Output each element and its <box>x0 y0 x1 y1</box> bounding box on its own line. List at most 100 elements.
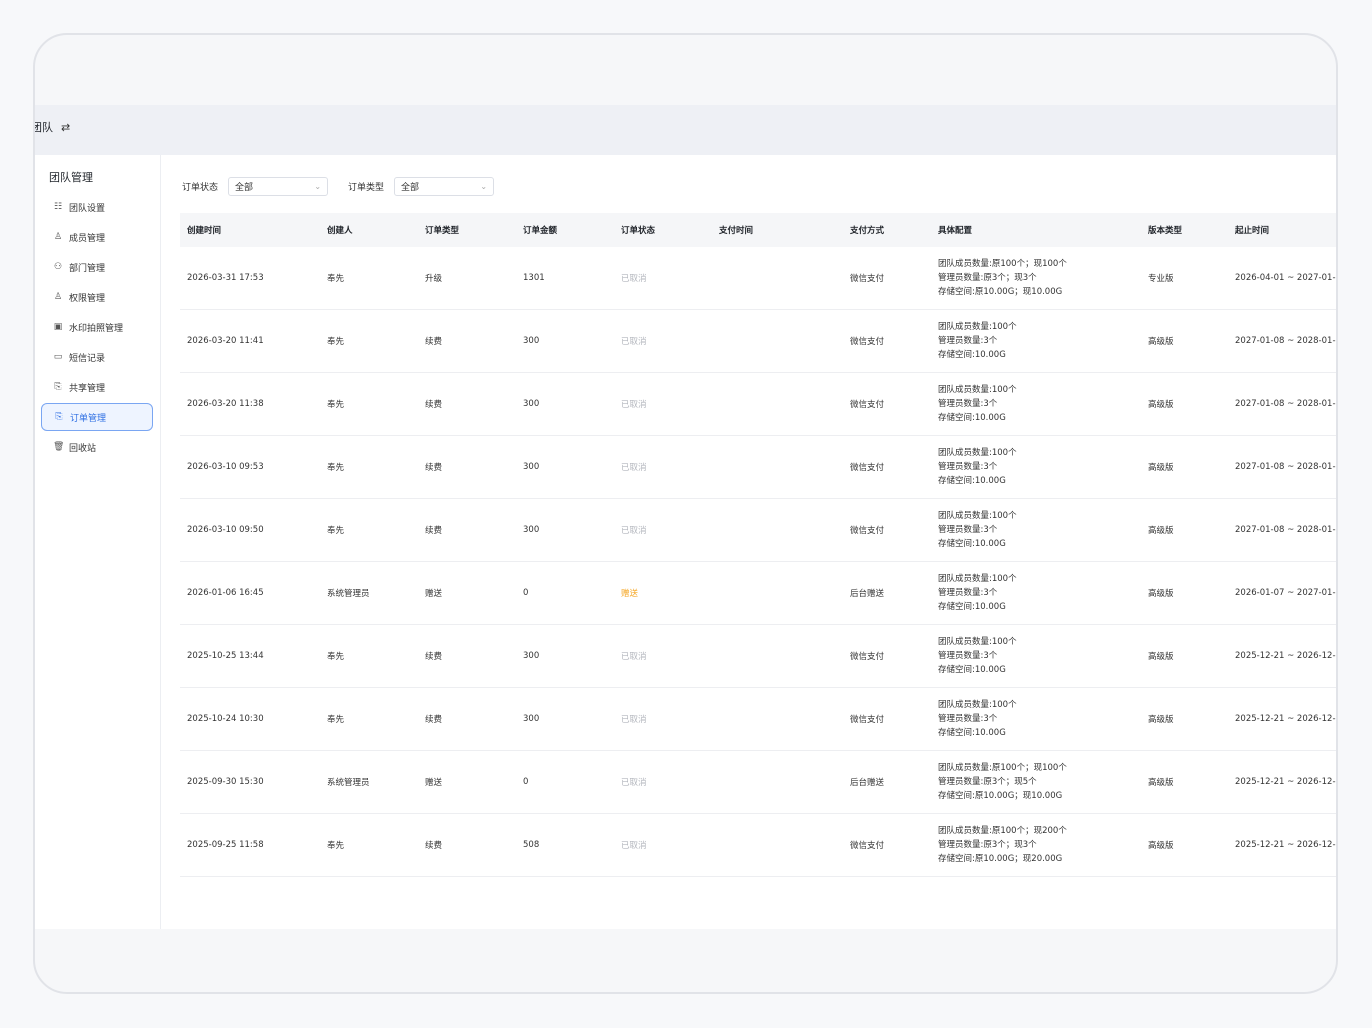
column-header: 支付方式 <box>850 226 885 236</box>
sidebar-title: 团队管理 <box>49 171 93 184</box>
cell-method: 微信支付 <box>850 715 885 725</box>
share-icon: ⎘ <box>54 382 62 392</box>
table-header: 创建时间 创建人 订单类型 订单金额 订单状态 支付时间 支付方式 具体配置 版本类型 起止时间 <box>180 213 1336 247</box>
cell-type: 升级 <box>425 274 443 284</box>
sidebar-item-7[interactable]: ⎘ 订单管理 <box>41 403 153 431</box>
config-line: 团队成员数量:100个 <box>938 511 1017 521</box>
cell-method: 微信支付 <box>850 652 885 662</box>
sidebar: 团队管理 ☷ 团队设置 ♙ 成员管理 ⚇ 部门管理 ♙ 权限管理 ▣ 水印拍照管理 ▭ 短信记录 ⎘ 共享… <box>35 155 161 929</box>
cell-method: 后台赠送 <box>850 589 885 599</box>
sidebar-item-label: 回收站 <box>69 443 97 454</box>
cell-created: 2026-03-20 11:41 <box>187 336 264 346</box>
table-row[interactable]: 2025-09-25 11:58 奉先 续费 508 已取消 微信支付 团队成员数量:原10… <box>180 814 1338 877</box>
cell-creator: 奉先 <box>327 463 345 473</box>
cell-period: 2025-12-21 ~ 2026-12-21 <box>1235 840 1338 850</box>
cell-created: 2025-10-25 13:44 <box>187 651 264 661</box>
cell-version: 高级版 <box>1148 400 1174 410</box>
cell-amount: 0 <box>523 777 529 787</box>
cell-created: 2025-09-30 15:30 <box>187 777 264 787</box>
cell-amount: 300 <box>523 714 540 724</box>
cell-amount: 300 <box>523 336 540 346</box>
sidebar-item-8[interactable]: 🗑 回收站 <box>41 433 153 461</box>
cell-creator: 奉先 <box>327 715 345 725</box>
type-filter-label: 订单类型 <box>348 183 385 193</box>
table-row[interactable]: 2026-03-10 09:53 奉先 续费 300 已取消 微信支付 团队成员数量:100… <box>180 436 1336 499</box>
sidebar-item-label: 共享管理 <box>69 383 106 394</box>
cell-creator: 奉先 <box>327 841 345 851</box>
cell-config: 团队成员数量:原100个；现100个 管理员数量:原3个；现3个 存储空间:原10.… <box>931 257 1141 299</box>
config-line: 团队成员数量:100个 <box>938 385 1017 395</box>
window-frame: 团队 ⇄ 团队管理 ☷ 团队设置 ♙ 成员管理 ⚇ 部门管理 ♙ 权限管理 ▣ 水印拍照管理 ▭ 短信… <box>33 33 1338 994</box>
column-header: 起止时间 <box>1235 226 1270 236</box>
table-row[interactable]: 2025-09-30 15:30 系统管理员 赠送 0 已取消 后台赠送 团队成员数量:原1… <box>180 751 1336 814</box>
cell-creator: 系统管理员 <box>327 778 370 788</box>
config-line: 管理员数量:原3个；现5个 <box>938 777 1037 787</box>
table-row[interactable]: 2026-03-20 11:38 奉先 续费 300 已取消 微信支付 团队成员数量:100… <box>180 373 1336 436</box>
cell-status: 已取消 <box>621 274 647 284</box>
cell-created: 2026-01-06 16:45 <box>187 588 264 598</box>
cell-status: 已取消 <box>621 526 647 536</box>
sidebar-item-6[interactable]: ⎘ 共享管理 <box>41 373 153 401</box>
cell-creator: 奉先 <box>327 526 345 536</box>
sidebar-item-5[interactable]: ▭ 短信记录 <box>41 343 153 371</box>
sidebar-item-label: 团队设置 <box>69 203 106 214</box>
table-row[interactable]: 2025-10-24 10:30 奉先 续费 300 已取消 微信支付 团队成员数量:100… <box>180 688 1336 751</box>
config-line: 团队成员数量:原100个；现200个 <box>938 826 1067 836</box>
cell-method: 微信支付 <box>850 841 885 851</box>
cell-amount: 1301 <box>523 273 545 283</box>
config-line: 存储空间:10.00G <box>938 350 1006 360</box>
table-row[interactable]: 2026-03-20 11:41 奉先 续费 300 已取消 微信支付 团队成员数量:100… <box>180 310 1336 373</box>
column-header: 创建人 <box>327 226 353 236</box>
sidebar-item-2[interactable]: ⚇ 部门管理 <box>41 253 153 281</box>
cell-created: 2026-03-10 09:53 <box>187 462 264 472</box>
cell-method: 微信支付 <box>850 274 885 284</box>
cell-status: 已取消 <box>621 652 647 662</box>
config-line: 管理员数量:3个 <box>938 714 998 724</box>
config-line: 存储空间:原10.00G；现20.00G <box>938 854 1063 864</box>
chevron-down-icon: ⌄ <box>314 182 322 191</box>
cell-status: 已取消 <box>621 337 647 347</box>
cell-period: 2026-04-01 ~ 2027-01-07 <box>1235 273 1338 283</box>
status-filter-select[interactable]: 全部 ⌄ <box>228 177 329 196</box>
cell-config: 团队成员数量:100个 管理员数量:3个 存储空间:10.00G <box>931 572 1141 614</box>
message-icon: ▭ <box>53 352 63 362</box>
config-line: 团队成员数量:100个 <box>938 637 1017 647</box>
status-filter-value: 全部 <box>235 183 254 193</box>
filter-bar: 订单状态 全部 ⌄ 订单类型 全部 ⌄ <box>182 177 514 196</box>
cell-status: 已取消 <box>621 841 647 851</box>
cell-version: 高级版 <box>1148 463 1174 473</box>
sidebar-item-1[interactable]: ♙ 成员管理 <box>41 223 153 251</box>
table-body: 2026-03-31 17:53 奉先 升级 1301 已取消 微信支付 团队成员数量:原1… <box>180 247 1338 877</box>
table-row[interactable]: 2026-03-10 09:50 奉先 续费 300 已取消 微信支付 团队成员数量:100… <box>180 499 1336 562</box>
config-line: 团队成员数量:100个 <box>938 574 1017 584</box>
table-row[interactable]: 2026-01-06 16:45 系统管理员 赠送 0 赠送 后台赠送 团队成员数量:100… <box>180 562 1336 625</box>
cell-config: 团队成员数量:100个 管理员数量:3个 存储空间:10.00G <box>931 446 1141 488</box>
cell-type: 续费 <box>425 526 443 536</box>
cell-type: 赠送 <box>425 589 443 599</box>
org-icon: ⚇ <box>53 262 63 272</box>
config-line: 管理员数量:3个 <box>938 399 998 409</box>
sidebar-item-4[interactable]: ▣ 水印拍照管理 <box>41 313 153 341</box>
trash-icon: 🗑 <box>53 442 65 452</box>
cell-amount: 300 <box>523 399 540 409</box>
cell-period: 2025-12-21 ~ 2026-12-21 <box>1235 651 1338 661</box>
sidebar-item-0[interactable]: ☷ 团队设置 <box>41 193 153 221</box>
cell-creator: 奉先 <box>327 337 345 347</box>
sidebar-item-3[interactable]: ♙ 权限管理 <box>41 283 153 311</box>
chevron-down-icon: ⌄ <box>480 182 488 191</box>
team-switcher[interactable]: 团队 ⇄ <box>35 119 70 135</box>
cell-config: 团队成员数量:100个 管理员数量:3个 存储空间:10.00G <box>931 698 1141 740</box>
cell-method: 微信支付 <box>850 526 885 536</box>
type-filter-select[interactable]: 全部 ⌄ <box>394 177 495 196</box>
table-row[interactable]: 2025-10-25 13:44 奉先 续费 300 已取消 微信支付 团队成员数量:100… <box>180 625 1338 688</box>
cell-method: 微信支付 <box>850 463 885 473</box>
cell-config: 团队成员数量:100个 管理员数量:3个 存储空间:10.00G <box>931 383 1141 425</box>
sidebar-item-label: 订单管理 <box>70 413 107 424</box>
order-table: 创建时间 创建人 订单类型 订单金额 订单状态 支付时间 支付方式 具体配置 版本类型 起止时间 … <box>180 213 1338 877</box>
table-row[interactable]: 2026-03-31 17:53 奉先 升级 1301 已取消 微信支付 团队成员数量:原1… <box>180 247 1338 310</box>
swap-icon[interactable]: ⇄ <box>61 121 70 134</box>
cell-method: 微信支付 <box>850 337 885 347</box>
cell-status: 已取消 <box>621 778 647 788</box>
config-line: 存储空间:10.00G <box>938 413 1006 423</box>
cell-type: 续费 <box>425 715 443 725</box>
